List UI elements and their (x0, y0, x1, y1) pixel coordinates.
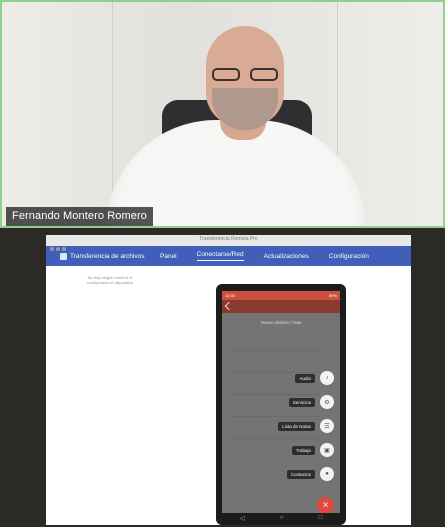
empty-state-hint: No hay ningún móvil ni el configurador e… (86, 275, 134, 285)
phone-toolbar (222, 300, 340, 313)
fab-label: Audio (295, 373, 315, 383)
phone-status-bar: 12:30 89% (222, 291, 340, 300)
briefcase-icon[interactable]: ▣ (320, 443, 334, 457)
window-titlebar: Transferencia Remota Pro (46, 235, 411, 251)
list-icon[interactable]: ☰ (320, 419, 334, 433)
screenshot-root: Fernando Montero Romero Transferencia Re… (0, 0, 445, 527)
back-arrow-icon[interactable] (224, 301, 234, 311)
recents-nav-icon[interactable]: □ (319, 515, 323, 521)
close-icon[interactable]: × (317, 497, 334, 513)
phone-clock: 12:30 (225, 293, 236, 298)
person-icon[interactable]: ● (320, 467, 334, 481)
participant-glasses (212, 68, 278, 82)
tab-panel[interactable]: Panel (160, 253, 177, 260)
fab-item-audio[interactable]: Audio ♪ (295, 371, 334, 385)
window-title: Transferencia Remota Pro (199, 236, 258, 242)
tab-connect[interactable]: Conectarse/Red (196, 251, 244, 261)
video-feed: Fernando Montero Romero (0, 0, 445, 228)
app-brand-label: Transferencia de archivos (70, 252, 145, 260)
fab-label: Servicios (288, 397, 315, 407)
app-brand[interactable]: Transferencia de archivos (60, 252, 160, 260)
participant-name-tag: Fernando Montero Romero (6, 207, 153, 226)
phone-mirror: 12:30 89% Nuevo destino / Nas Audio ♪ Se… (216, 284, 346, 525)
phone-nav-bar: ◁ ○ □ (222, 513, 340, 523)
app-window: Transferencia Remota Pro Transferencia d… (46, 235, 411, 525)
fab-item-contacts[interactable]: Contactos ● (286, 467, 334, 481)
shared-screen: Transferencia Remota Pro Transferencia d… (0, 233, 445, 527)
phone-battery: 89% (328, 293, 337, 298)
music-icon[interactable]: ♪ (320, 371, 334, 385)
home-nav-icon[interactable]: ○ (280, 515, 284, 521)
app-navbar: Transferencia de archivos Panel Conectar… (46, 246, 411, 266)
fab-item-notes[interactable]: Lista de Notas ☰ (278, 419, 334, 433)
form-row (230, 343, 320, 351)
tab-updates[interactable]: Actualizaciones (264, 253, 309, 260)
fab-label: Trabajo (291, 445, 315, 455)
fab-label: Lista de Notas (278, 421, 315, 431)
fab-label: Contactos (286, 469, 315, 479)
phone-screen-title: Nuevo destino / Nas (260, 320, 302, 325)
back-nav-icon[interactable]: ◁ (240, 515, 245, 522)
form-row (230, 409, 320, 417)
fab-item-services[interactable]: Servicios ⚙ (288, 395, 334, 409)
fab-item-work[interactable]: Trabajo ▣ (291, 443, 334, 457)
gear-icon[interactable]: ⚙ (320, 395, 334, 409)
form-row (230, 387, 320, 395)
phone-screen: Nuevo destino / Nas Audio ♪ Servicios ⚙ (222, 313, 340, 513)
tab-settings[interactable]: Configuración (329, 253, 369, 260)
